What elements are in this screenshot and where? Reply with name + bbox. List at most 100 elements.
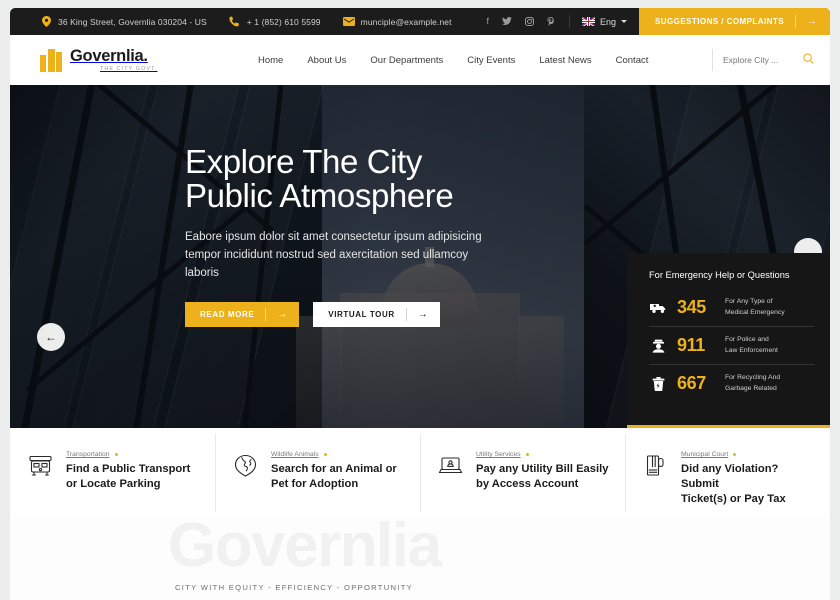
laptop-icon — [438, 451, 464, 518]
service-category: Wildlife Animals — [271, 451, 319, 458]
page-edge-right — [830, 0, 840, 600]
chevron-down-icon — [620, 20, 627, 23]
email-item[interactable]: munciple@example.net — [342, 16, 452, 28]
instagram-icon[interactable] — [524, 17, 534, 26]
service-title-line2: or Locate Parking — [66, 478, 161, 491]
accent-dot-icon — [323, 453, 327, 456]
language-selector[interactable]: Eng — [570, 17, 639, 27]
service-category-row: Utility Services — [476, 451, 608, 458]
service-category-row: Transportation — [66, 451, 190, 458]
hero-content: Explore The City Public Atmosphere Eabor… — [185, 145, 655, 328]
service-card-text: Transportation Find a Public Transport o… — [66, 451, 190, 518]
page-edge-left — [0, 0, 10, 600]
nav-item-latest-news[interactable]: Latest News — [539, 55, 591, 66]
emergency-desc-medical: For Any Type of Medical Emergency — [725, 297, 785, 318]
service-title-line1: Search for an Animal or — [271, 463, 397, 475]
emergency-desc-line1: For Any Type of — [725, 298, 773, 305]
emergency-number-police: 911 — [677, 335, 705, 356]
carousel-prev-button[interactable]: ← — [37, 323, 65, 351]
service-card-utility[interactable]: Utility Services Pay any Utility Bill Ea… — [420, 428, 625, 518]
footer-strip: Governlia CITY WITH EQUITY - EFFICIENCY … — [10, 518, 830, 600]
globe-paw-icon — [233, 451, 259, 518]
service-title-line2: Pet for Adoption — [271, 478, 359, 491]
site-logo[interactable]: Governlia. THE CITY GOVT. — [10, 46, 258, 73]
emergency-heading: For Emergency Help or Questions — [649, 270, 790, 280]
virtual-tour-button[interactable]: VIRTUAL TOUR → — [313, 302, 440, 328]
phone-item[interactable]: + 1 (852) 610 5599 — [229, 16, 321, 28]
gavel-book-icon — [643, 451, 669, 518]
service-card-wildlife[interactable]: Wildlife Animals Search for an Animal or… — [215, 428, 420, 518]
main-navigation: Home About Us Our Departments City Event… — [258, 55, 712, 66]
search-box[interactable] — [712, 49, 830, 71]
address-item: 36 King Street, Governlia 030204 - US — [40, 16, 207, 28]
phone-text: + 1 (852) 610 5599 — [246, 16, 321, 27]
topbar-contact-group: 36 King Street, Governlia 030204 - US + … — [10, 16, 486, 28]
service-card-text: Utility Services Pay any Utility Bill Ea… — [476, 451, 608, 518]
service-title-line1: Find a Public Transport — [66, 463, 191, 475]
emergency-desc-line2: Law Enforcement — [725, 346, 778, 354]
search-icon[interactable] — [803, 51, 814, 69]
pinterest-icon[interactable] — [547, 16, 555, 27]
nav-item-contact[interactable]: Contact — [616, 55, 649, 66]
logo-tagline: THE CITY GOVT. — [100, 66, 158, 73]
logo-name: Governlia. — [70, 46, 148, 65]
service-card-transportation[interactable]: Transportation Find a Public Transport o… — [10, 428, 215, 518]
service-title-line2: Ticket(s) or Pay Tax — [681, 493, 786, 506]
nav-item-our-departments[interactable]: Our Departments — [370, 55, 443, 66]
address-text: 36 King Street, Governlia 030204 - US — [58, 16, 207, 27]
arrow-right-icon: → — [277, 308, 288, 320]
search-input[interactable] — [723, 55, 795, 65]
page-root: 36 King Street, Governlia 030204 - US + … — [0, 0, 840, 600]
phone-icon — [229, 16, 241, 28]
emergency-number-garbage: 667 — [677, 373, 706, 394]
twitter-icon[interactable] — [502, 17, 512, 26]
nav-item-city-events[interactable]: City Events — [467, 55, 515, 66]
service-title: Find a Public Transport or Locate Parkin… — [66, 462, 190, 492]
accent-dot-icon — [525, 453, 529, 456]
hero-title-line2: Public Atmosphere — [185, 176, 454, 214]
service-title-line1: Pay any Utility Bill Easily — [476, 463, 609, 475]
police-icon — [649, 339, 667, 353]
read-more-button[interactable]: READ MORE → — [185, 302, 300, 328]
facebook-icon[interactable]: f — [486, 17, 489, 26]
service-card-text: Wildlife Animals Search for an Animal or… — [271, 451, 397, 518]
service-title-line2: by Access Account — [476, 478, 579, 491]
uk-flag-icon — [581, 17, 595, 26]
emergency-row-police[interactable]: 911 For Police and Law Enforcement — [649, 326, 814, 364]
emergency-desc-line1: For Police and — [725, 336, 769, 344]
emergency-number-medical: 345 — [677, 297, 706, 318]
nav-item-about-us[interactable]: About Us — [307, 55, 346, 66]
top-contact-bar: 36 King Street, Governlia 030204 - US + … — [10, 8, 830, 35]
service-title: Did any Violation? Submit Ticket(s) or P… — [681, 462, 816, 507]
accent-dot-icon — [733, 453, 737, 456]
suggestions-complaints-button[interactable]: SUGGESTIONS / COMPLAINTS → — [638, 8, 830, 35]
page-edge-top — [0, 0, 840, 8]
footer-tagline: CITY WITH EQUITY - EFFICIENCY - OPPORTUN… — [175, 583, 414, 592]
buildings-icon — [40, 48, 62, 72]
service-card-text: Municipal Court Did any Violation? Submi… — [681, 451, 816, 518]
emergency-row-medical[interactable]: 345 For Any Type of Medical Emergency — [649, 289, 814, 326]
accent-dot-icon — [114, 453, 118, 456]
service-card-court[interactable]: Municipal Court Did any Violation? Submi… — [625, 428, 830, 518]
site-container: 36 King Street, Governlia 030204 - US + … — [10, 0, 830, 600]
emergency-panel: For Emergency Help or Questions 345 For … — [627, 253, 830, 428]
site-header: Governlia. THE CITY GOVT. Home About Us … — [10, 35, 830, 85]
ambulance-icon — [649, 302, 667, 314]
virtual-tour-label: VIRTUAL TOUR — [328, 310, 395, 320]
emergency-desc-police: For Police and Law Enforcement — [725, 335, 778, 356]
service-category: Transportation — [66, 451, 110, 458]
service-category: Utility Services — [476, 451, 521, 458]
nav-item-home[interactable]: Home — [258, 55, 283, 66]
emergency-desc-line2: Medical Emergency — [725, 308, 785, 316]
service-title-line1: Did any Violation? Submit — [681, 463, 779, 491]
bus-icon — [28, 451, 54, 518]
hero-subtitle: Eabore ipsum dolor sit amet consectetur … — [185, 230, 482, 279]
emergency-row-garbage[interactable]: 667 For Recycling And Garbage Related — [649, 364, 814, 402]
email-text: munciple@example.net — [360, 16, 452, 27]
topbar-right-group: f Eng SUGGESTIONS / COMPLAINTS → — [486, 8, 830, 35]
arrow-right-icon: → — [417, 308, 428, 320]
read-more-label: READ MORE — [200, 310, 255, 320]
location-pin-icon — [40, 16, 52, 28]
emergency-desc-line2: Garbage Related — [725, 384, 777, 392]
envelope-icon — [342, 16, 355, 28]
